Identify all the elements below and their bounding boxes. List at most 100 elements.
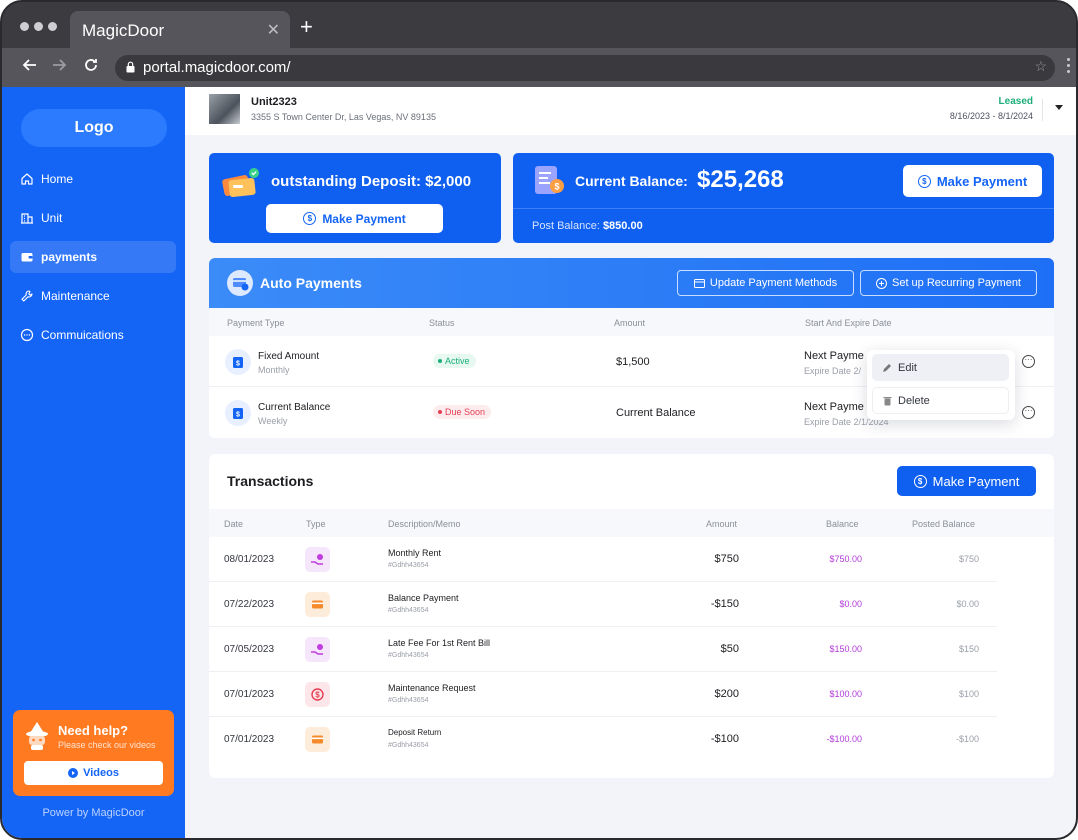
auto-payment-icon bbox=[227, 270, 253, 296]
deposit-value: $2,000 bbox=[425, 173, 472, 190]
bookmark-star-icon[interactable]: ☆ bbox=[1034, 58, 1047, 75]
payment-type-name: Current Balance bbox=[258, 402, 331, 413]
transaction-row: 08/01/2023 Monthly Rent #Gdhh43654 $750 … bbox=[209, 537, 997, 582]
more-options-icon[interactable]: ··· bbox=[1022, 355, 1035, 368]
transaction-amount: $200 bbox=[714, 688, 739, 700]
edit-menu-item[interactable]: Edit bbox=[872, 354, 1009, 381]
delete-menu-item[interactable]: Delete bbox=[872, 387, 1009, 414]
sidebar-item-maintenance[interactable]: Maintenance bbox=[10, 280, 176, 312]
payment-frequency: Weekly bbox=[258, 416, 288, 426]
reload-icon[interactable] bbox=[83, 57, 99, 78]
building-icon bbox=[21, 213, 33, 224]
videos-button[interactable]: Videos bbox=[24, 761, 163, 785]
help-subtitle: Please check our videos bbox=[58, 740, 156, 750]
transaction-memo: #Gdhh43654 bbox=[388, 652, 429, 659]
sidebar-item-home[interactable]: Home bbox=[10, 163, 176, 195]
more-options-icon[interactable]: ··· bbox=[1022, 406, 1035, 419]
post-balance-label: Post Balance: bbox=[532, 220, 600, 232]
unit-address: 3355 S Town Center Dr, Las Vegas, NV 891… bbox=[251, 112, 436, 122]
window-minimize-dot[interactable] bbox=[34, 22, 43, 31]
column-header: Date bbox=[224, 519, 244, 529]
back-arrow-icon[interactable] bbox=[22, 57, 38, 78]
invoice-icon: $ bbox=[535, 166, 564, 194]
transaction-date: 07/05/2023 bbox=[224, 644, 275, 655]
balance-divider bbox=[513, 208, 1054, 209]
url-bar[interactable]: portal.magicdoor.com/ ☆ bbox=[115, 55, 1055, 81]
transaction-row: 07/01/2023 Deposit Return #Gdhh43654 -$1… bbox=[209, 717, 997, 762]
sidebar-item-label: Commuications bbox=[41, 328, 124, 342]
transaction-amount: -$100 bbox=[710, 733, 739, 745]
transaction-description: Maintenance Request bbox=[388, 683, 476, 693]
update-payment-methods-button[interactable]: Update Payment Methods bbox=[677, 270, 854, 296]
transaction-date: 07/22/2023 bbox=[224, 599, 275, 610]
transaction-date: 07/01/2023 bbox=[224, 689, 275, 700]
deposit-make-payment-button[interactable]: $ Make Payment bbox=[266, 204, 443, 233]
sidebar-item-label: Unit bbox=[41, 211, 63, 225]
transaction-memo: #Gdhh43654 bbox=[388, 697, 429, 704]
cards-icon bbox=[222, 168, 259, 198]
dollar-circle-icon: $ bbox=[913, 474, 927, 488]
address-row: portal.magicdoor.com/ ☆ bbox=[2, 48, 1076, 87]
sidebar-item-unit[interactable]: Unit bbox=[10, 202, 176, 234]
row-context-menu: Edit Delete bbox=[867, 350, 1015, 420]
transaction-date: 07/01/2023 bbox=[224, 734, 275, 745]
sidebar-item-payments[interactable]: payments bbox=[10, 241, 176, 273]
pencil-icon bbox=[883, 363, 891, 372]
sidebar-item-label: Maintenance bbox=[41, 289, 110, 303]
svg-text:$: $ bbox=[236, 412, 240, 419]
transaction-balance: -$100.00 bbox=[826, 734, 862, 744]
new-tab-icon[interactable]: + bbox=[300, 14, 313, 40]
set-up-recurring-payment-button[interactable]: Set up Recurring Payment bbox=[860, 270, 1037, 296]
auto-payments-table-header: Payment Type Status Amount Start And Exp… bbox=[209, 308, 1054, 336]
url-text: portal.magicdoor.com/ bbox=[143, 59, 291, 76]
tab-title: MagicDoor bbox=[82, 21, 165, 40]
videos-button-label: Videos bbox=[83, 767, 119, 779]
deposit-label-text: outstanding Deposit: bbox=[271, 173, 421, 190]
payment-type-name: Fixed Amount bbox=[258, 351, 320, 362]
transactions-make-payment-button[interactable]: $ Make Payment bbox=[897, 466, 1036, 496]
balance-card: $ Current Balance: $25,268 $ Make Paymen… bbox=[513, 153, 1054, 243]
logo[interactable]: Logo bbox=[21, 109, 167, 147]
home-icon bbox=[21, 173, 33, 185]
card-icon bbox=[305, 727, 330, 752]
unit-thumbnail bbox=[209, 94, 240, 124]
auto-payments-title: Auto Payments bbox=[260, 275, 362, 291]
forward-arrow-icon[interactable] bbox=[51, 57, 67, 78]
transaction-description: Monthly Rent bbox=[388, 548, 442, 558]
transactions-table-header: Date Type Description/Memo Amount Balanc… bbox=[209, 509, 1054, 537]
card-outline-icon bbox=[693, 278, 705, 288]
status-badge: Due Soon bbox=[433, 405, 492, 419]
unit-name: Unit2323 bbox=[251, 96, 297, 108]
window-maximize-dot[interactable] bbox=[48, 22, 57, 31]
browser-menu-icon[interactable] bbox=[1067, 58, 1070, 73]
balance-make-payment-button[interactable]: $ Make Payment bbox=[903, 165, 1042, 197]
play-icon bbox=[68, 768, 79, 778]
button-label: Make Payment bbox=[932, 473, 1020, 489]
deposit-card: outstanding Deposit: $2,000 $ Make Payme… bbox=[209, 153, 501, 243]
transaction-row: 07/01/2023 $ Maintenance Request #Gdhh43… bbox=[209, 672, 997, 717]
transaction-posted-balance: -$100 bbox=[955, 734, 979, 744]
button-label: Update Payment Methods bbox=[709, 277, 838, 289]
dollar-circle-icon: $ bbox=[303, 212, 317, 225]
next-payment: Next Payme bbox=[804, 350, 864, 362]
trash-icon bbox=[883, 396, 892, 405]
transaction-balance: $0.00 bbox=[839, 599, 862, 609]
post-balance-value: $850.00 bbox=[602, 220, 643, 232]
sidebar-item-communications[interactable]: Commuications bbox=[10, 319, 176, 351]
browser-tab[interactable]: MagicDoor ✕ bbox=[70, 11, 290, 48]
payment-amount: $1,500 bbox=[616, 356, 650, 368]
payment-amount: Current Balance bbox=[616, 407, 696, 419]
window-close-dot[interactable] bbox=[20, 22, 29, 31]
column-header: Description/Memo bbox=[388, 519, 461, 529]
next-payment: Next Payme bbox=[804, 401, 864, 413]
powered-by: Power by MagicDoor bbox=[42, 807, 145, 819]
button-label: Make Payment bbox=[936, 173, 1028, 189]
close-tab-icon[interactable]: ✕ bbox=[267, 20, 280, 40]
column-header: Amount bbox=[614, 318, 646, 328]
sidebar: Logo Home Unit payments Maintenance Comm… bbox=[2, 87, 185, 838]
svg-text:$: $ bbox=[315, 691, 320, 700]
transaction-posted-balance: $150 bbox=[958, 644, 979, 654]
payment-type-icon: $ bbox=[225, 400, 251, 426]
transaction-amount: $750 bbox=[714, 553, 739, 565]
unit-dropdown-caret-icon[interactable] bbox=[1055, 105, 1063, 110]
